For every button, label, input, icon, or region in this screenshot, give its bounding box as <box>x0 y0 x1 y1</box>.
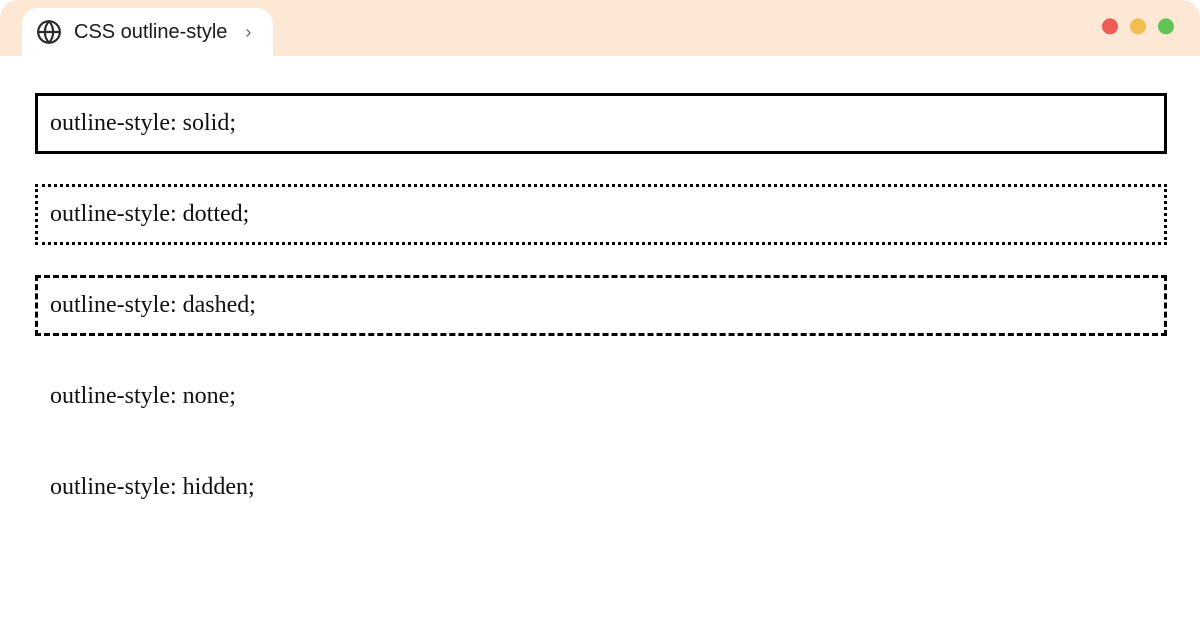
window-controls <box>1102 18 1174 34</box>
titlebar: CSS outline-style › <box>0 0 1200 56</box>
chevron-right-icon: › <box>245 22 251 43</box>
outline-example-hidden: outline-style: hidden; <box>38 460 1164 515</box>
outline-example-dashed: outline-style: dashed; <box>38 278 1164 333</box>
outline-example-solid: outline-style: solid; <box>38 96 1164 151</box>
browser-window: CSS outline-style › outline-style: solid… <box>0 0 1200 619</box>
close-window-button[interactable] <box>1102 18 1118 34</box>
maximize-window-button[interactable] <box>1158 18 1174 34</box>
minimize-window-button[interactable] <box>1130 18 1146 34</box>
page-content: outline-style: solid; outline-style: dot… <box>0 56 1200 515</box>
tab-title: CSS outline-style <box>74 21 227 44</box>
browser-tab[interactable]: CSS outline-style › <box>22 8 273 56</box>
globe-icon <box>36 19 62 45</box>
outline-example-none: outline-style: none; <box>38 369 1164 424</box>
outline-example-dotted: outline-style: dotted; <box>38 187 1164 242</box>
